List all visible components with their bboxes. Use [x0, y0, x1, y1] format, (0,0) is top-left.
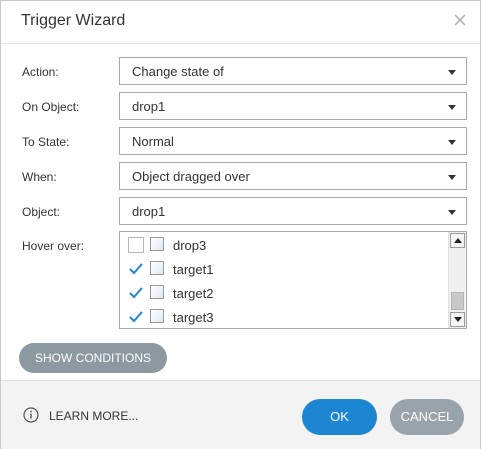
cancel-button[interactable]: CANCEL — [390, 399, 464, 435]
object-icon — [150, 261, 164, 275]
chevron-down-icon — [448, 175, 456, 180]
list-item-label: drop3 — [173, 238, 207, 253]
checkmark-icon[interactable] — [128, 285, 144, 301]
chevron-down-icon — [448, 140, 456, 145]
to-state-label: To State: — [22, 135, 70, 149]
list-scrollbar[interactable] — [448, 232, 466, 328]
action-label: Action: — [22, 65, 59, 79]
action-value: Change state of — [132, 64, 224, 79]
checkmark-icon[interactable] — [128, 309, 144, 325]
close-icon[interactable] — [451, 11, 469, 29]
action-select[interactable]: Change state of — [119, 57, 467, 85]
show-conditions-button[interactable]: SHOW CONDITIONS — [19, 343, 167, 373]
arrow-up-icon — [454, 238, 462, 243]
ok-button[interactable]: OK — [302, 399, 377, 435]
object-select[interactable]: drop1 — [119, 197, 467, 225]
scroll-thumb[interactable] — [451, 292, 464, 310]
on-object-select[interactable]: drop1 — [119, 92, 467, 120]
arrow-down-icon — [454, 317, 462, 322]
object-icon — [150, 309, 164, 323]
list-item[interactable]: target3 — [120, 305, 450, 328]
list-item[interactable]: drop3 — [120, 233, 450, 257]
info-icon — [23, 407, 39, 423]
list-item-label: target1 — [173, 262, 214, 277]
hover-over-label: Hover over: — [22, 239, 85, 253]
when-select[interactable]: Object dragged over — [119, 162, 467, 190]
hover-over-list[interactable]: drop3 target1 target2 target3 — [119, 231, 467, 329]
object-icon — [150, 237, 164, 251]
chevron-down-icon — [448, 70, 456, 75]
on-object-value: drop1 — [132, 99, 166, 114]
when-value: Object dragged over — [132, 169, 250, 184]
object-value: drop1 — [132, 204, 166, 219]
checkbox-unchecked[interactable] — [128, 237, 144, 253]
list-item[interactable]: target2 — [120, 281, 450, 305]
list-item-label: target3 — [173, 310, 214, 325]
scroll-down-button[interactable] — [450, 312, 465, 327]
dialog-title: Trigger Wizard — [21, 12, 126, 29]
trigger-wizard-dialog: Trigger Wizard Action: Change state of O… — [0, 0, 481, 449]
to-state-select[interactable]: Normal — [119, 127, 467, 155]
dialog-header: Trigger Wizard — [1, 1, 480, 44]
list-item[interactable]: target1 — [120, 257, 450, 281]
when-label: When: — [22, 170, 57, 184]
chevron-down-icon — [448, 105, 456, 110]
scroll-up-button[interactable] — [450, 233, 465, 248]
chevron-down-icon — [448, 210, 456, 215]
list-item-label: target2 — [173, 286, 214, 301]
dialog-footer: LEARN MORE... OK CANCEL — [1, 380, 480, 449]
to-state-value: Normal — [132, 134, 174, 149]
on-object-label: On Object: — [22, 100, 80, 114]
object-icon — [150, 285, 164, 299]
object-label: Object: — [22, 205, 61, 219]
checkmark-icon[interactable] — [128, 261, 144, 277]
learn-more-link[interactable]: LEARN MORE... — [49, 409, 138, 423]
